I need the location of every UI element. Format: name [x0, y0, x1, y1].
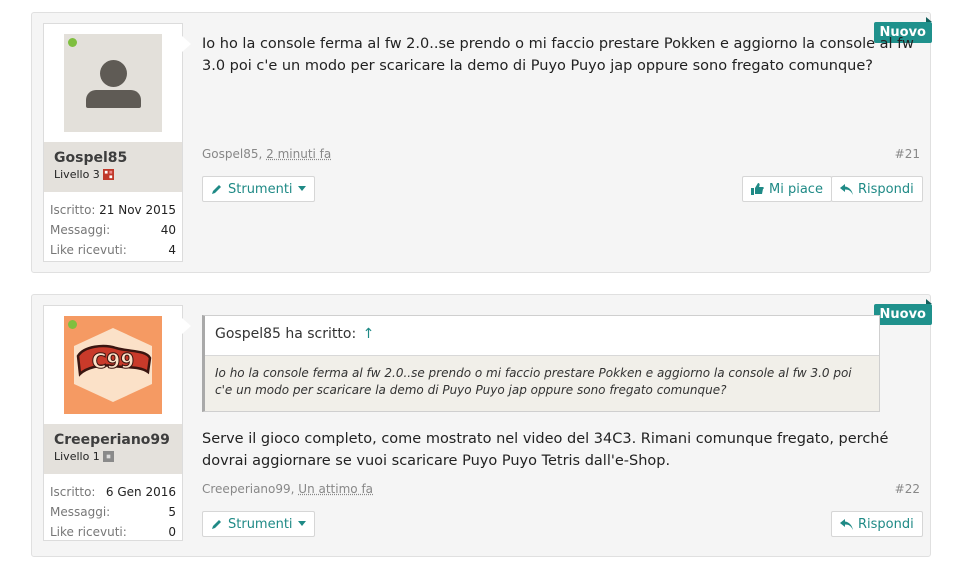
level-label: Livello 1 [54, 450, 100, 463]
user-stats: Iscritto: 21 Nov 2015 Messaggi: 40 Like … [44, 200, 182, 260]
level-1-icon [102, 451, 114, 462]
stat-messages: Messaggi: 5 [50, 505, 176, 519]
reply-button[interactable]: Rispondi [831, 176, 923, 202]
pencil-icon [212, 520, 221, 529]
pencil-icon [212, 185, 221, 194]
default-person-icon [64, 34, 162, 132]
post-author-time: Gospel85, 2 minuti fa [202, 147, 331, 161]
tools-label: Strumenti [228, 516, 293, 532]
avatar[interactable] [64, 34, 162, 132]
post-meta: Gospel85, 2 minuti fa #21 [202, 147, 920, 161]
level-3-icon [102, 169, 114, 180]
online-status-icon [68, 320, 77, 329]
post-content: Io ho la console ferma al fw 2.0..se pre… [202, 33, 927, 77]
stat-messages: Messaggi: 40 [50, 223, 176, 237]
tools-button[interactable]: Strumenti [202, 176, 315, 202]
quote-block: Gospel85 ha scritto: ↑ Io ho la console … [202, 315, 880, 412]
tools-label: Strumenti [228, 181, 293, 197]
post-author[interactable]: Creeperiano99, [202, 482, 294, 496]
post-meta: Creeperiano99, Un attimo fa #22 [202, 482, 920, 496]
like-label: Mi piace [769, 181, 823, 197]
stat-likes: Like ricevuti: 4 [50, 243, 176, 257]
c99-logo-avatar: C99 [64, 316, 162, 414]
quote-header: Gospel85 ha scritto: ↑ [205, 316, 879, 356]
post-content: Serve il gioco completo, come mostrato n… [202, 428, 922, 472]
post-message: Serve il gioco completo, come mostrato n… [202, 431, 889, 469]
post-time[interactable]: 2 minuti fa [266, 147, 331, 161]
svg-text:C99: C99 [92, 349, 135, 373]
user-level: Livello 3 [54, 168, 172, 181]
post-22: C99 Creeperiano99 Livello 1 Iscritto: 6 … [31, 294, 933, 557]
user-stats: Iscritto: 6 Gen 2016 Messaggi: 5 Like ri… [44, 482, 182, 542]
quote-author: Gospel85 ha scritto: [215, 326, 357, 342]
user-name-band: Gospel85 Livello 3 [44, 142, 182, 192]
new-badge: Nuovo [873, 299, 933, 325]
jump-to-quote-icon[interactable]: ↑ [363, 326, 375, 342]
like-button[interactable]: Mi piace [742, 176, 832, 202]
username[interactable]: Gospel85 [54, 150, 172, 166]
stat-likes: Like ricevuti: 0 [50, 525, 176, 539]
post-number[interactable]: #21 [895, 147, 920, 161]
level-label: Livello 3 [54, 168, 100, 181]
caret-down-icon [297, 521, 306, 526]
reply-label: Rispondi [858, 516, 914, 532]
reply-arrow-icon [840, 518, 853, 530]
quote-text: Io ho la console ferma al fw 2.0..se pre… [215, 366, 852, 397]
post-message: Io ho la console ferma al fw 2.0..se pre… [202, 36, 914, 74]
post-21: Gospel85 Livello 3 Iscritto: 21 Nov 2015… [31, 12, 933, 273]
online-status-icon [68, 38, 77, 47]
reply-label: Rispondi [858, 181, 914, 197]
reply-button[interactable]: Rispondi [831, 511, 923, 537]
reply-arrow-icon [840, 183, 853, 195]
post-number[interactable]: #22 [895, 482, 920, 496]
post-time[interactable]: Un attimo fa [298, 482, 373, 496]
stat-joined: Iscritto: 21 Nov 2015 [50, 203, 176, 217]
username[interactable]: Creeperiano99 [54, 432, 172, 448]
post-author-time: Creeperiano99, Un attimo fa [202, 482, 373, 496]
stat-joined: Iscritto: 6 Gen 2016 [50, 485, 176, 499]
user-name-band: Creeperiano99 Livello 1 [44, 424, 182, 474]
user-level: Livello 1 [54, 450, 172, 463]
thumbs-up-icon [751, 183, 764, 195]
user-card: C99 Creeperiano99 Livello 1 Iscritto: 6 … [43, 305, 191, 542]
post-author[interactable]: Gospel85, [202, 147, 262, 161]
tools-button[interactable]: Strumenti [202, 511, 315, 537]
caret-down-icon [297, 186, 306, 191]
avatar[interactable]: C99 [64, 316, 162, 414]
user-card: Gospel85 Livello 3 Iscritto: 21 Nov 2015… [43, 23, 191, 262]
